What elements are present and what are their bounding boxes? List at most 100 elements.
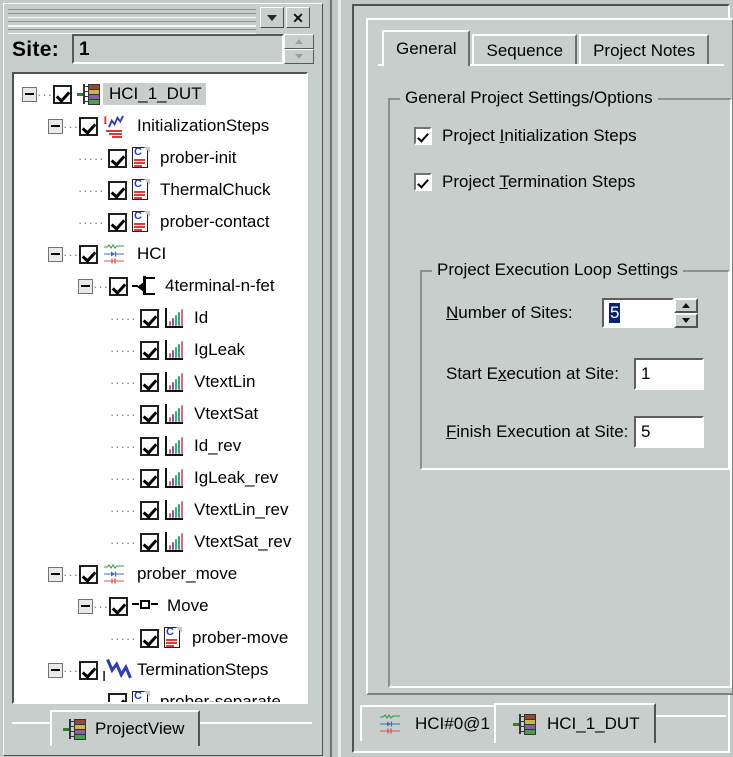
tree-item-hci[interactable]: ··· HCI <box>14 238 306 270</box>
tree-connector: ··· <box>63 119 79 133</box>
tree-item-checkbox[interactable] <box>109 596 128 616</box>
tree-connector: ··· <box>93 279 109 293</box>
tree-item-vtextlin[interactable]: ····· VtextLin <box>14 366 306 398</box>
tree-item-prober-separate[interactable]: ····· Cprober-separate <box>14 686 306 702</box>
restore-button[interactable] <box>260 7 284 28</box>
tree-item-prober-contact[interactable]: ····· Cprober-contact <box>14 206 306 238</box>
tree-item-id[interactable]: ····· Id <box>14 302 306 334</box>
tree-item-checkbox[interactable] <box>79 116 98 136</box>
tab-project-notes[interactable]: Project Notes <box>579 34 710 66</box>
tree-item-vtextlin-rev[interactable]: ····· VtextLin_rev <box>14 494 306 526</box>
tree-item-prober-move[interactable]: ····· Cprober-move <box>14 622 306 654</box>
tree-item-checkbox[interactable] <box>79 564 98 584</box>
site-spinner[interactable] <box>284 34 314 64</box>
tree-item-checkbox[interactable] <box>140 404 159 424</box>
tree-connector: ····· <box>110 407 137 421</box>
tree-item-hci-1-dut[interactable]: ··· HCI_1_DUT <box>14 78 306 110</box>
site-spinner-down[interactable] <box>284 49 314 64</box>
tab-projectview[interactable]: ProjectView <box>50 710 201 746</box>
finish-execution-at-site-value: 5 <box>641 422 651 441</box>
tree-item-4terminal-n-fet[interactable]: ··· 4terminal-n-fet <box>14 270 306 302</box>
tree-item-id-rev[interactable]: ····· Id_rev <box>14 430 306 462</box>
application-window: ✕ Site: 1 ··· HCI_1_DUT ··· I Initialization… <box>0 0 733 757</box>
field-number-of-sites[interactable]: Number of Sites: 5 <box>446 298 698 328</box>
tree-item-checkbox[interactable] <box>108 212 127 232</box>
field-label: Number of Sites: <box>446 303 573 322</box>
tab-general[interactable]: General <box>382 30 471 66</box>
tree-item-move[interactable]: ··· Move <box>14 590 306 622</box>
spinner-down-button[interactable] <box>674 313 698 328</box>
tree-item-vtextsat[interactable]: ····· VtextSat <box>14 398 306 430</box>
tree-item-checkbox[interactable] <box>140 628 159 648</box>
checkbox-box[interactable] <box>414 173 432 191</box>
tree-item-checkbox[interactable] <box>140 500 159 520</box>
expander-collapse-icon[interactable] <box>48 246 63 262</box>
tree-item-initializationsteps[interactable]: ··· I InitializationSteps <box>14 110 306 142</box>
field-finish-execution-at-site[interactable]: Finish Execution at Site: 5 <box>446 416 704 448</box>
finish-execution-at-site-input[interactable]: 5 <box>634 416 704 448</box>
tree-item-checkbox[interactable] <box>140 532 159 552</box>
project-tree[interactable]: ··· HCI_1_DUT ··· I InitializationSteps ·····… <box>12 72 308 704</box>
graph-icon <box>163 499 185 521</box>
tree-item-checkbox[interactable] <box>108 180 127 200</box>
tree-item-checkbox[interactable] <box>108 148 127 168</box>
tab-sequence[interactable]: Sequence <box>472 34 578 66</box>
site-spinner-up[interactable] <box>284 34 314 49</box>
tree-connector: ····· <box>110 375 137 389</box>
field-start-execution-at-site[interactable]: Start Execution at Site: 1 <box>446 358 704 390</box>
tree-item-checkbox[interactable] <box>109 276 128 296</box>
tree-item-thermalchuck[interactable]: ····· C ThermalChuck <box>14 174 306 206</box>
field-label: Start Execution at Site: <box>446 364 619 383</box>
tree-item-label: IgLeak <box>194 340 246 359</box>
site-input[interactable]: 1 <box>72 34 284 64</box>
tree-item-terminationsteps[interactable]: ··· I TerminationSteps <box>14 654 306 686</box>
tree-connector: ····· <box>110 439 137 453</box>
tree-item-igleak-rev[interactable]: ····· IgLeak_rev <box>14 462 306 494</box>
tab-label: HCI#0@1 <box>415 714 490 733</box>
graph-icon <box>163 339 185 361</box>
tree-item-checkbox[interactable] <box>140 468 159 488</box>
tab-label: General <box>396 39 457 58</box>
spinner-up-button[interactable] <box>674 298 698 313</box>
checkbox-box[interactable] <box>414 127 432 145</box>
checkbox-project-termination-steps[interactable]: Project Termination Steps <box>414 172 635 192</box>
tree-connector: ··· <box>93 599 109 613</box>
expander-collapse-icon[interactable] <box>48 118 63 134</box>
checkbox-label: Project Termination Steps <box>442 172 636 191</box>
tab-label: Sequence <box>486 41 564 60</box>
panel-splitter[interactable] <box>324 0 350 757</box>
tree-item-checkbox[interactable] <box>140 372 159 392</box>
tab-hci-1-dut[interactable]: HCI_1_DUT <box>494 703 656 743</box>
tree-connector: ····· <box>110 471 137 485</box>
tree-item-checkbox[interactable] <box>140 308 159 328</box>
tab-hci-0-1[interactable]: HCI#0@1 <box>360 705 506 741</box>
tree-item-prober-init[interactable]: ····· Cprober-init <box>14 142 306 174</box>
site-selector-row: Site: 1 <box>10 34 316 66</box>
tree-item-checkbox[interactable] <box>140 436 159 456</box>
expander-collapse-icon[interactable] <box>78 598 93 614</box>
graph-icon <box>163 371 185 393</box>
number-of-sites-input[interactable]: 5 <box>602 298 674 328</box>
tree-item-checkbox[interactable] <box>53 84 72 104</box>
tree-connector: ····· <box>78 151 105 165</box>
general-settings-group-title: General Project Settings/Options <box>400 89 658 106</box>
expander-collapse-icon[interactable] <box>48 662 63 678</box>
expander-collapse-icon[interactable] <box>78 278 93 294</box>
tree-item-vtextsat-rev[interactable]: ····· VtextSat_rev <box>14 526 306 558</box>
number-of-sites-spinner[interactable] <box>674 298 698 328</box>
tree-item-checkbox[interactable] <box>108 692 127 702</box>
checkbox-project-initialization-steps[interactable]: Project Initialization Steps <box>414 126 637 146</box>
close-icon: ✕ <box>292 9 304 26</box>
tree-item-checkbox[interactable] <box>79 244 98 264</box>
tree-connector: ··· <box>63 567 79 581</box>
expander-collapse-icon[interactable] <box>48 566 63 582</box>
expander-collapse-icon[interactable] <box>22 86 37 102</box>
close-button[interactable]: ✕ <box>286 7 310 28</box>
tree-connector: ····· <box>110 631 137 645</box>
start-execution-at-site-input[interactable]: 1 <box>634 358 704 390</box>
tree-item-igleak[interactable]: ····· IgLeak <box>14 334 306 366</box>
triangle-down-icon <box>682 318 690 323</box>
tree-item-checkbox[interactable] <box>79 660 98 680</box>
tree-item-checkbox[interactable] <box>140 340 159 360</box>
tree-item-prober-move[interactable]: ··· prober_move <box>14 558 306 590</box>
